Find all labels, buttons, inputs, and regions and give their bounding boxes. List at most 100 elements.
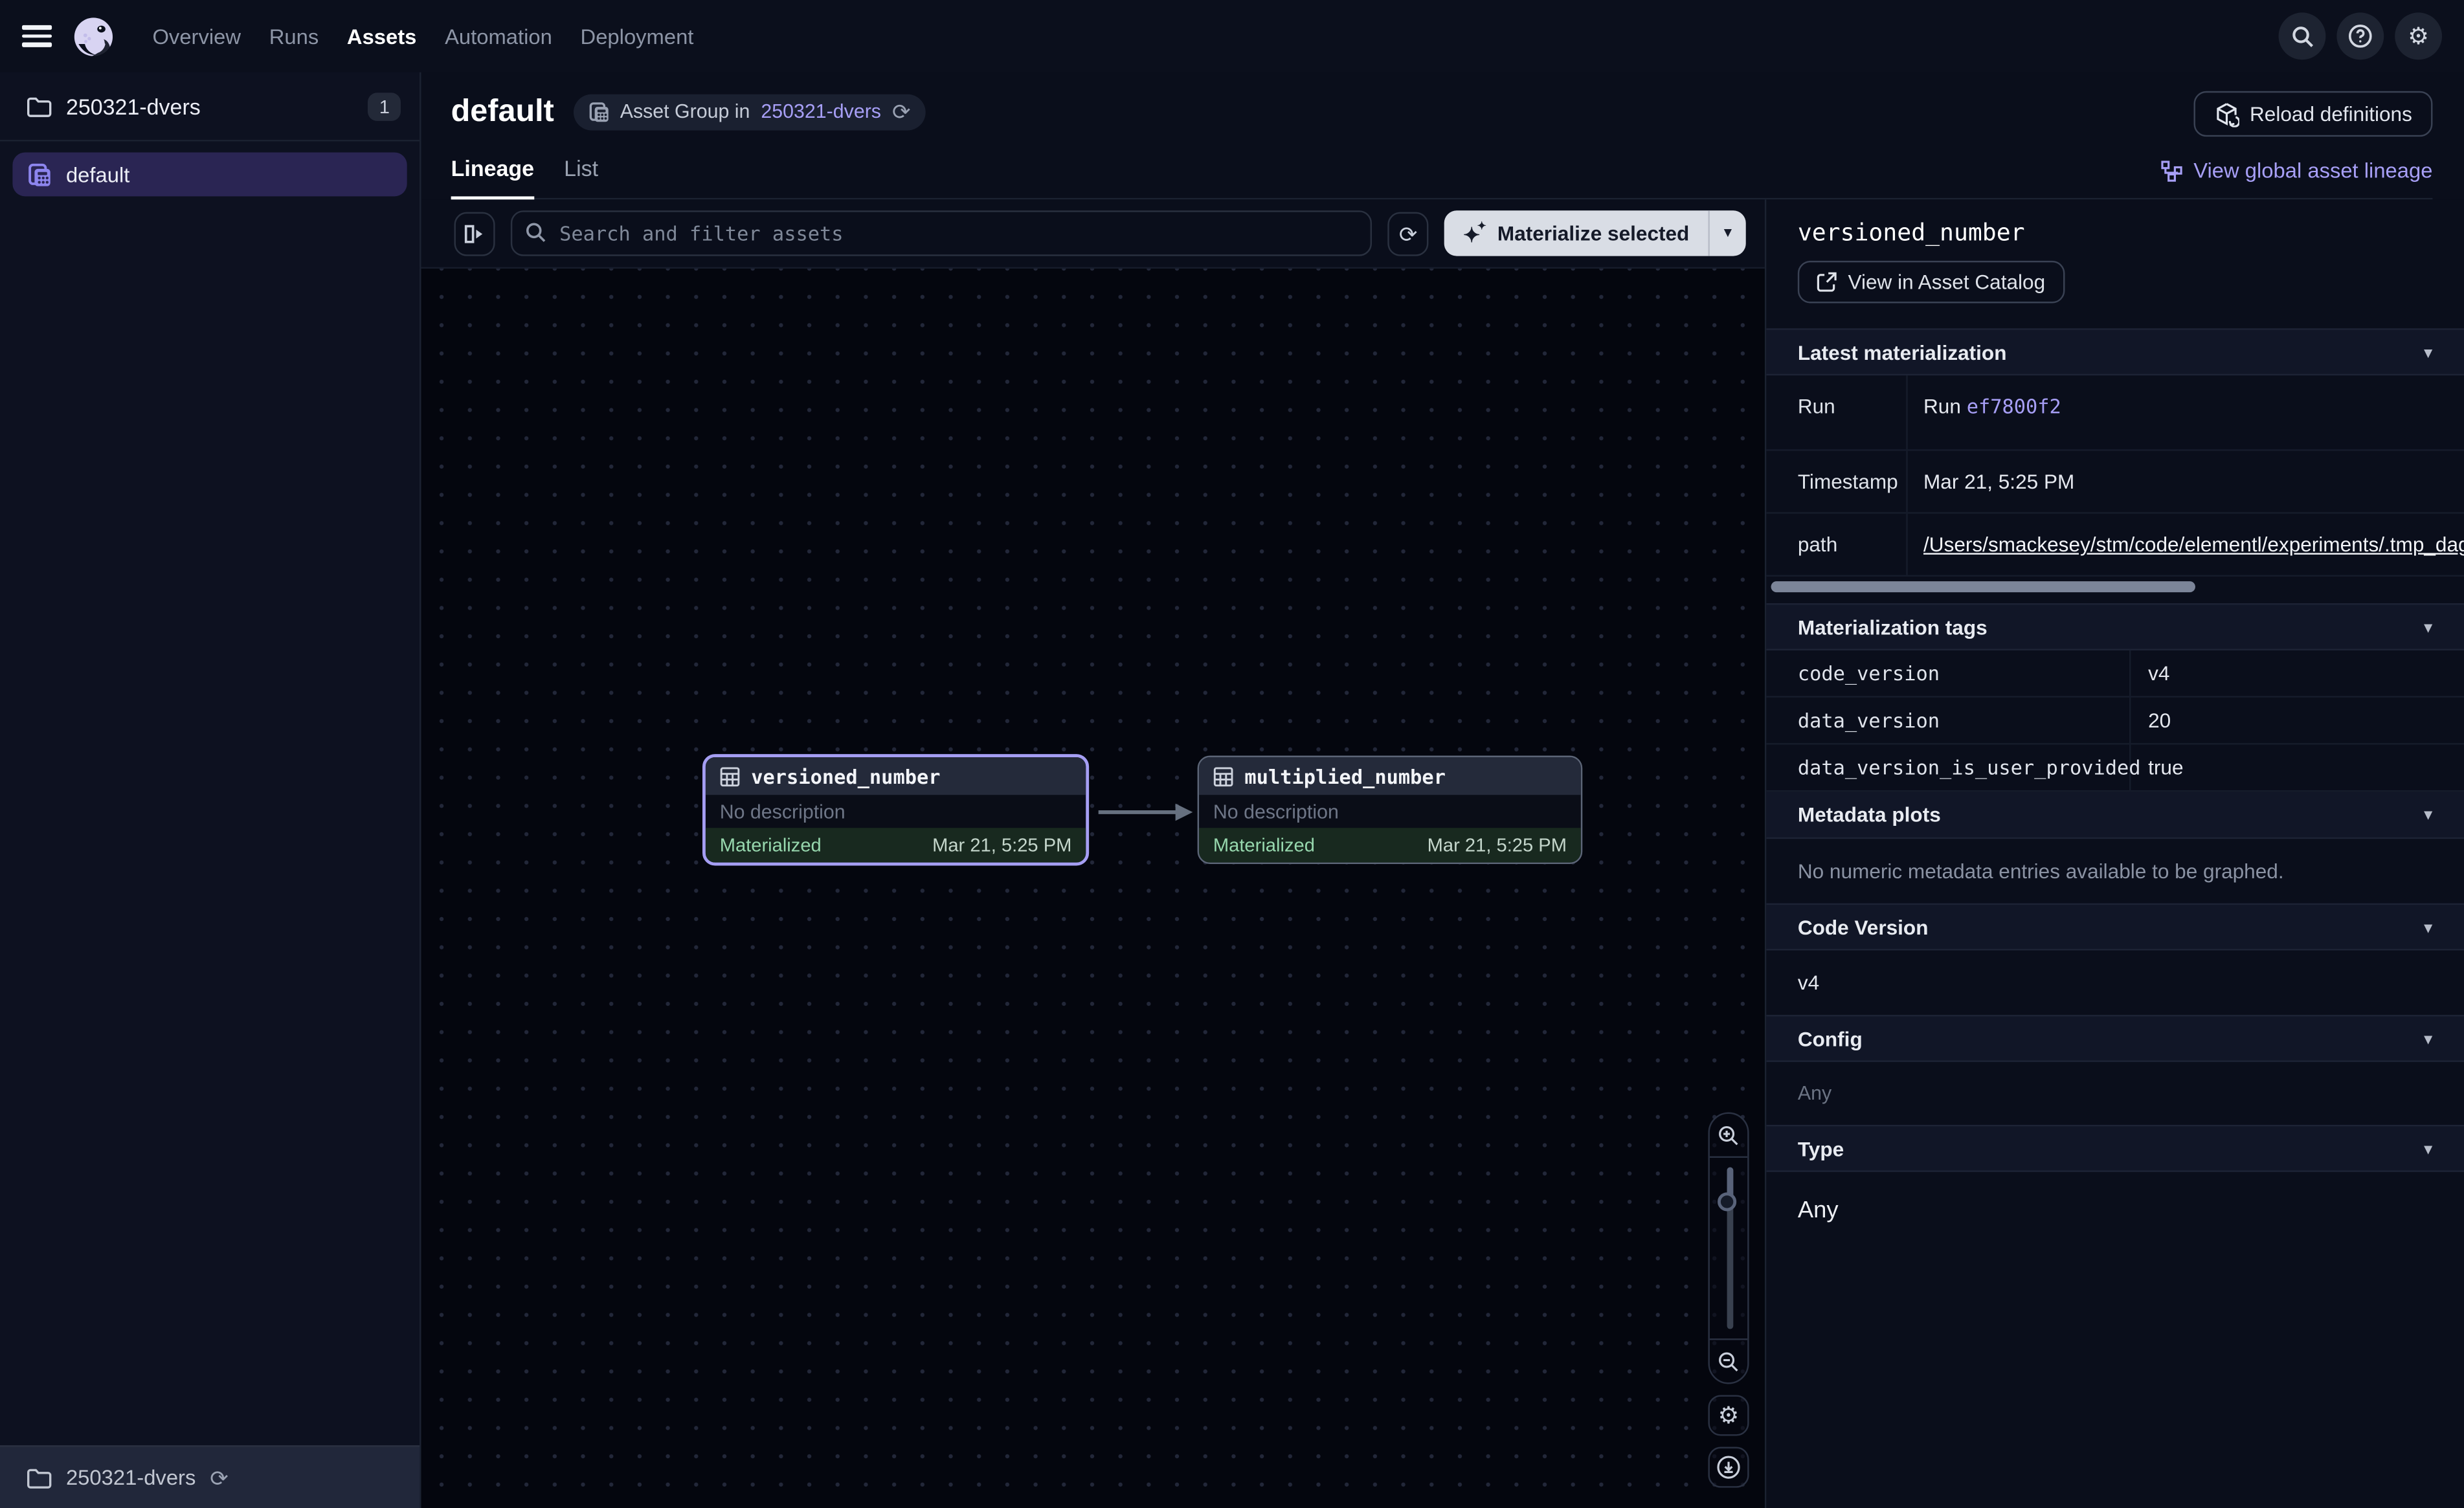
folder-icon bbox=[27, 95, 52, 117]
expand-sidebar-button[interactable] bbox=[454, 211, 495, 255]
zoom-in-icon bbox=[1718, 1124, 1740, 1146]
materialized-timestamp: Mar 21, 5:25 PM bbox=[1428, 834, 1567, 856]
page-header: default Asset Group in 250321-dvers ⟳ bbox=[421, 72, 2464, 200]
run-id-link[interactable]: ef7800f2 bbox=[1967, 394, 2061, 417]
page-title: default bbox=[451, 91, 554, 132]
table-icon bbox=[720, 766, 741, 786]
external-link-icon bbox=[1817, 272, 1837, 293]
nav-actions: ⚙ bbox=[2279, 12, 2442, 60]
section-config[interactable]: Config ▾ bbox=[1766, 1015, 2464, 1062]
zoom-slider-thumb[interactable] bbox=[1718, 1192, 1736, 1211]
nav-assets[interactable]: Assets bbox=[347, 25, 416, 48]
asset-node-multiplied-number[interactable]: multiplied_number No description Materia… bbox=[1198, 756, 1583, 864]
table-row: Run Run ef7800f2 bbox=[1766, 375, 2464, 451]
path-link[interactable]: /Users/smackesey/stm/code/elementl/exper… bbox=[1923, 533, 2464, 556]
materialized-status: Materialized bbox=[720, 834, 822, 856]
top-nav: Overview Runs Assets Automation Deployme… bbox=[0, 0, 2464, 72]
type-value: Any bbox=[1766, 1172, 2464, 1259]
asset-groups-sidebar: 250321-dvers 1 default 250321-dvers ⟳ bbox=[0, 72, 421, 1508]
zoom-slider[interactable] bbox=[1710, 1158, 1747, 1338]
help-button[interactable] bbox=[2336, 12, 2384, 60]
section-metadata-plots[interactable]: Metadata plots ▾ bbox=[1766, 792, 2464, 839]
tab-lineage[interactable]: Lineage bbox=[451, 143, 534, 198]
chevron-down-icon: ▾ bbox=[2424, 1138, 2432, 1159]
reload-definitions-label: Reload definitions bbox=[2250, 102, 2412, 126]
sidebar-item-default[interactable]: default bbox=[12, 152, 407, 196]
sidebar-group-row[interactable]: 250321-dvers 1 bbox=[0, 72, 420, 142]
materialization-tags-table: code_version v4 data_version 20 data_ver… bbox=[1766, 650, 2464, 792]
asset-group-icon bbox=[28, 162, 52, 186]
settings-button[interactable]: ⚙ bbox=[2395, 12, 2442, 60]
dagster-logo[interactable] bbox=[73, 15, 115, 58]
sidebar-item-label: default bbox=[66, 162, 129, 186]
asset-group-badge[interactable]: Asset Group in 250321-dvers ⟳ bbox=[573, 93, 926, 129]
refresh-graph-button[interactable]: ⟳ bbox=[1388, 211, 1429, 255]
asset-node-versioned-number[interactable]: versioned_number No description Material… bbox=[702, 754, 1089, 865]
search-button[interactable] bbox=[2279, 12, 2326, 60]
gear-icon: ⚙ bbox=[1718, 1404, 1740, 1427]
tab-bar: Lineage List View global asset lineage bbox=[451, 143, 2433, 199]
panel-toggle-icon bbox=[464, 222, 486, 244]
materialized-timestamp: Mar 21, 5:25 PM bbox=[932, 834, 1071, 856]
config-value: Any bbox=[1766, 1062, 2464, 1125]
view-global-lineage-link[interactable]: View global asset lineage bbox=[2160, 159, 2432, 182]
chevron-down-icon: ▾ bbox=[2424, 342, 2432, 362]
lineage-edge bbox=[1097, 798, 1197, 826]
zoom-out-icon bbox=[1718, 1350, 1740, 1372]
refresh-icon[interactable]: ⟳ bbox=[210, 1467, 228, 1489]
view-in-asset-catalog-button[interactable]: View in Asset Catalog bbox=[1798, 261, 2064, 304]
help-icon bbox=[2347, 23, 2373, 49]
asset-detail-panel: versioned_number View in Asset Catalog L… bbox=[1765, 199, 2464, 1508]
asset-search-input[interactable] bbox=[511, 210, 1372, 256]
materialize-label: Materialize selected bbox=[1497, 221, 1689, 245]
search-icon bbox=[2290, 25, 2314, 48]
lineage-graph-icon bbox=[2160, 159, 2182, 181]
asset-node-name: versioned_number bbox=[751, 764, 940, 788]
reload-definitions-button[interactable]: Reload definitions bbox=[2193, 91, 2433, 137]
view-in-asset-catalog-label: View in Asset Catalog bbox=[1848, 270, 2046, 293]
materialized-status: Materialized bbox=[1213, 834, 1315, 856]
table-row: data_version_is_user_provided true bbox=[1766, 745, 2464, 792]
nav-automation[interactable]: Automation bbox=[445, 25, 552, 48]
tab-list[interactable]: List bbox=[564, 143, 598, 198]
section-code-version[interactable]: Code Version ▾ bbox=[1766, 904, 2464, 951]
reload-definitions-icon bbox=[2213, 102, 2239, 127]
primary-nav: Overview Runs Assets Automation Deployme… bbox=[152, 25, 693, 48]
section-type[interactable]: Type ▾ bbox=[1766, 1125, 2464, 1172]
horizontal-scrollbar[interactable] bbox=[1769, 581, 2461, 593]
chevron-down-icon: ▾ bbox=[2424, 804, 2432, 825]
nav-deployment[interactable]: Deployment bbox=[581, 25, 694, 48]
materialize-split-button: ✦✦ Materialize selected ▾ bbox=[1444, 210, 1746, 256]
folder-icon bbox=[27, 1467, 52, 1489]
refresh-icon: ⟳ bbox=[1399, 222, 1417, 244]
selected-asset-title: versioned_number bbox=[1798, 218, 2433, 247]
sidebar-group-label: 250321-dvers bbox=[66, 93, 354, 118]
badge-group-link[interactable]: 250321-dvers bbox=[761, 100, 881, 122]
run-prefix: Run bbox=[1923, 394, 1967, 417]
zoom-out-button[interactable] bbox=[1710, 1338, 1747, 1382]
table-row: code_version v4 bbox=[1766, 650, 2464, 698]
chevron-down-icon: ▾ bbox=[2424, 617, 2432, 638]
nav-runs[interactable]: Runs bbox=[269, 25, 319, 48]
download-image-button[interactable] bbox=[1708, 1447, 1749, 1488]
latest-materialization-table: Run Run ef7800f2 Timestamp Mar 21, 5:25 … bbox=[1766, 375, 2464, 603]
materialize-button[interactable]: ✦✦ Materialize selected bbox=[1444, 210, 1708, 256]
lineage-canvas[interactable]: versioned_number No description Material… bbox=[421, 269, 1765, 1508]
section-materialization-tags[interactable]: Materialization tags ▾ bbox=[1766, 603, 2464, 650]
code-location-label: 250321-dvers bbox=[66, 1466, 196, 1489]
chevron-down-icon: ▾ bbox=[2424, 916, 2432, 937]
timestamp-value: Mar 21, 5:25 PM bbox=[1908, 451, 2464, 513]
refresh-icon[interactable]: ⟳ bbox=[892, 100, 910, 122]
view-global-lineage-label: View global asset lineage bbox=[2193, 159, 2432, 182]
graph-settings-button[interactable]: ⚙ bbox=[1708, 1395, 1749, 1436]
scrollbar-thumb[interactable] bbox=[1771, 581, 2195, 592]
code-version-value: v4 bbox=[1766, 951, 2464, 1015]
canvas-controls: ⚙ bbox=[1708, 1113, 1749, 1488]
menu-icon[interactable] bbox=[22, 25, 52, 47]
section-latest-materialization[interactable]: Latest materialization ▾ bbox=[1766, 328, 2464, 375]
materialize-dropdown-button[interactable]: ▾ bbox=[1708, 210, 1745, 256]
code-location-footer[interactable]: 250321-dvers ⟳ bbox=[0, 1445, 420, 1508]
nav-overview[interactable]: Overview bbox=[152, 25, 241, 48]
zoom-in-button[interactable] bbox=[1710, 1114, 1747, 1158]
asset-group-icon bbox=[588, 102, 609, 122]
